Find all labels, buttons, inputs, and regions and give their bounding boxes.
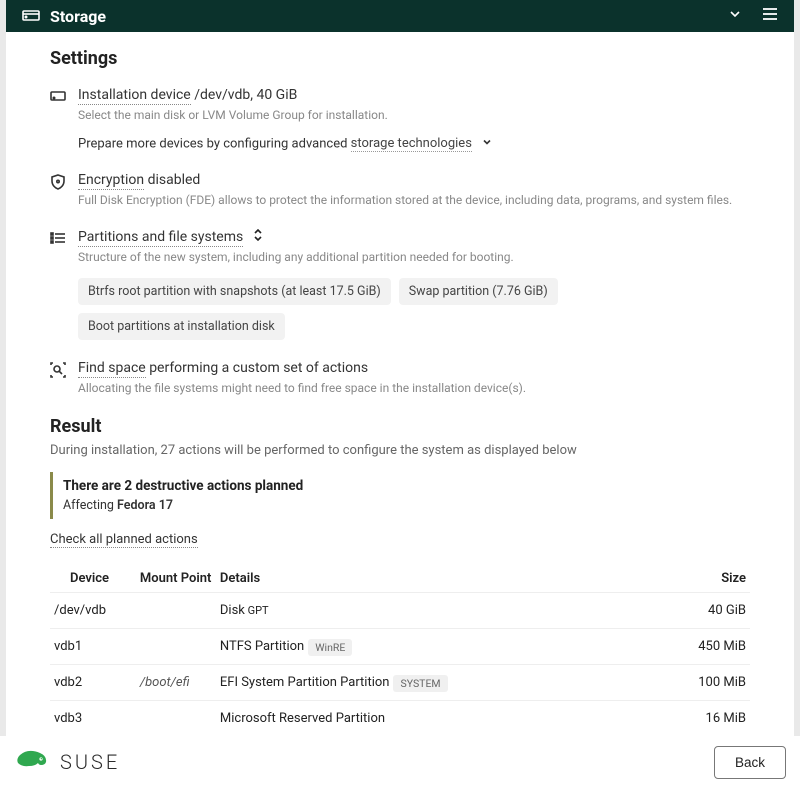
alert-sub-strong: Fedora 17	[117, 498, 173, 513]
menu-icon[interactable]	[762, 7, 778, 25]
partitions-desc: Structure of the new system, including a…	[78, 249, 750, 266]
table-row: vdb1 NTFS Partition WinRE 450 MiB	[50, 629, 750, 665]
gpt-label: GPT	[245, 604, 269, 617]
details-text: Microsoft Reserved Partition	[220, 711, 385, 726]
page-title: Storage	[50, 7, 106, 26]
find-space-desc: Allocating the file systems might need t…	[78, 380, 750, 397]
device-cell: /dev/vdb	[50, 593, 136, 629]
device-cell: vdb1	[50, 629, 136, 665]
encryption-link[interactable]: Encryption	[78, 172, 144, 190]
size-cell: 16 MiB	[537, 701, 750, 736]
partition-badge: SYSTEM	[393, 675, 447, 692]
footer: SUSE Back	[0, 736, 800, 788]
chip-boot: Boot partitions at installation disk	[78, 313, 285, 340]
shield-icon	[50, 174, 66, 194]
size-cell: 100 MiB	[537, 665, 750, 701]
setting-find-space: Find space performing a custom set of ac…	[50, 360, 750, 397]
settings-heading: Settings	[50, 48, 750, 69]
details-cell: Microsoft Reserved Partition	[216, 701, 537, 736]
alert-headline: There are 2 destructive actions planned	[63, 478, 750, 494]
chip-swap: Swap partition (7.76 GiB)	[399, 278, 558, 305]
details-cell: NTFS Partition WinRE	[216, 629, 537, 665]
size-text: 40 GiB	[708, 603, 746, 618]
suse-logo-icon	[14, 749, 50, 775]
page-header: Storage	[6, 0, 794, 32]
back-button[interactable]: Back	[714, 746, 786, 779]
encryption-desc: Full Disk Encryption (FDE) allows to pro…	[78, 192, 750, 209]
chip-root: Btrfs root partition with snapshots (at …	[78, 278, 391, 305]
mount-cell	[136, 593, 216, 629]
disk-icon	[50, 89, 66, 107]
size-text: 450 MiB	[698, 639, 746, 654]
col-size: Size	[537, 565, 750, 593]
alert-sub-pre: Affecting	[63, 498, 117, 513]
partition-chips: Btrfs root partition with snapshots (at …	[78, 278, 750, 340]
partition-badge: WinRE	[308, 639, 352, 656]
col-device: Device	[50, 565, 136, 593]
size-cell: 40 GiB	[537, 593, 750, 629]
check-actions-link[interactable]: Check all planned actions	[50, 532, 198, 548]
find-space-value: performing a custom set of actions	[149, 360, 368, 376]
partitions-link[interactable]: Partitions and file systems	[78, 229, 243, 247]
details-cell: EFI System Partition PartitionSYSTEM	[216, 665, 537, 701]
size-cell: 450 MiB	[537, 629, 750, 665]
result-heading: Result	[50, 416, 750, 437]
table-row: vdb3 Microsoft Reserved Partition 16 MiB	[50, 701, 750, 736]
mount-cell: /boot/efi	[136, 665, 216, 701]
encryption-value: disabled	[148, 172, 201, 188]
storage-tech-pre: Prepare more devices by configuring adva…	[78, 136, 351, 151]
device-cell: vdb3	[50, 701, 136, 736]
chevron-down-icon[interactable]	[481, 136, 493, 152]
col-details: Details	[216, 565, 537, 593]
install-device-value: /dev/vdb, 40 GiB	[194, 87, 297, 103]
list-icon	[50, 231, 66, 249]
size-text: 100 MiB	[698, 675, 746, 690]
table-row: /dev/vdb Disk GPT 40 GiB	[50, 593, 750, 629]
details-text: EFI System Partition Partition	[220, 675, 390, 690]
sort-icon[interactable]	[253, 229, 263, 245]
table-row: vdb2/boot/efiEFI System Partition Partit…	[50, 665, 750, 701]
expand-toggle[interactable]	[728, 7, 742, 25]
setting-partitions: Partitions and file systems Structure of…	[50, 229, 750, 340]
destructive-alert: There are 2 destructive actions planned …	[50, 472, 750, 519]
devices-table: Device Mount Point Details Size /dev/vdb…	[50, 565, 750, 736]
details-text: NTFS Partition	[220, 639, 304, 654]
mount-cell	[136, 629, 216, 665]
install-device-link[interactable]: Installation device	[78, 87, 191, 105]
install-device-desc: Select the main disk or LVM Volume Group…	[78, 107, 750, 124]
suse-brand-text: SUSE	[60, 750, 120, 774]
mount-cell	[136, 701, 216, 736]
storage-icon	[22, 7, 40, 25]
device-cell: vdb2	[50, 665, 136, 701]
setting-encryption: Encryption disabled Full Disk Encryption…	[50, 172, 750, 209]
search-box-icon	[50, 362, 66, 382]
col-mount: Mount Point	[136, 565, 216, 593]
details-cell: Disk GPT	[216, 593, 537, 629]
size-text: 16 MiB	[706, 711, 746, 726]
find-space-link[interactable]: Find space	[78, 360, 146, 378]
result-desc: During installation, 27 actions will be …	[50, 443, 750, 458]
main-content: Settings Installation device /dev/vdb, 4…	[6, 32, 794, 736]
details-text: Disk	[220, 603, 245, 618]
setting-install-device: Installation device /dev/vdb, 40 GiB Sel…	[50, 87, 750, 152]
storage-tech-link[interactable]: storage technologies	[351, 136, 472, 152]
